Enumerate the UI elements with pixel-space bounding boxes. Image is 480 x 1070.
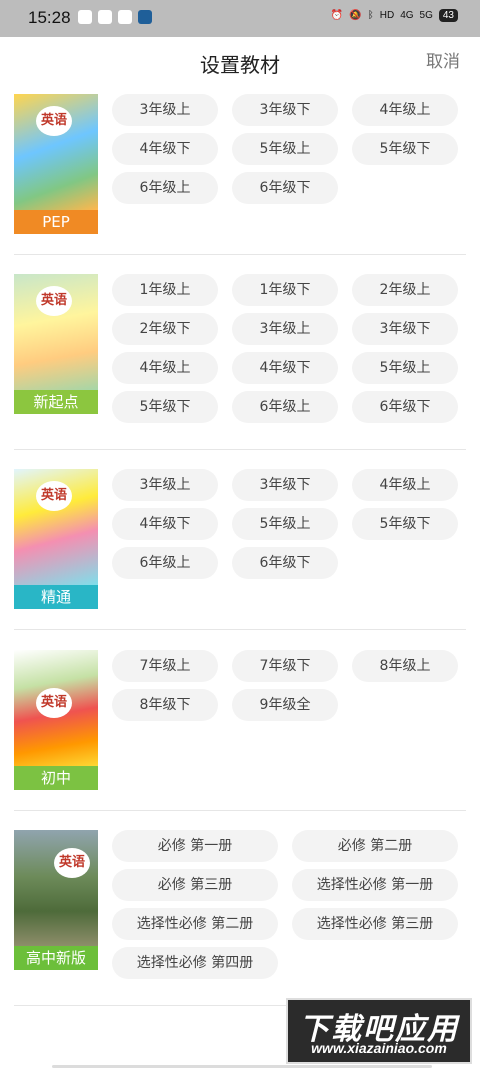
- cover-illustration: [14, 830, 98, 946]
- mail-icon: [98, 10, 112, 24]
- alarm-icon: ⏰: [330, 10, 344, 21]
- hd-label: HD: [379, 10, 395, 21]
- cover-label: 初中: [14, 766, 98, 790]
- textbook-cover-xinqidian[interactable]: 英语 新起点: [14, 274, 98, 414]
- section-divider: [14, 810, 466, 811]
- status-time: 15:28: [28, 8, 71, 27]
- notification-icons: [78, 10, 152, 24]
- cancel-button[interactable]: 取消: [426, 47, 460, 72]
- cover-title: 英语: [36, 688, 72, 718]
- grade-chip[interactable]: 必修 第一册: [112, 830, 278, 862]
- page-header: 设置教材 取消: [0, 37, 480, 85]
- textbook-cover-pep[interactable]: 英语 PEP: [14, 94, 98, 234]
- system-icons: ⏰ 🔕 ᛒ HD 4G 5G 43: [331, 9, 458, 22]
- grade-chip[interactable]: 8年级上: [352, 650, 458, 682]
- page-title: 设置教材: [200, 53, 280, 77]
- grade-chip[interactable]: 2年级下: [112, 313, 218, 345]
- grade-chip[interactable]: 3年级上: [112, 94, 218, 126]
- grade-chip[interactable]: 8年级下: [112, 689, 218, 721]
- grade-chip[interactable]: 2年级上: [352, 274, 458, 306]
- status-bar: 15:28 ⏰ 🔕 ᛒ HD 4G 5G 43: [0, 0, 480, 37]
- home-indicator[interactable]: [52, 1065, 432, 1068]
- section-divider: [14, 254, 466, 255]
- send-icon: [138, 10, 152, 24]
- grade-chip[interactable]: 3年级下: [232, 469, 338, 501]
- grade-chip[interactable]: 4年级下: [232, 352, 338, 384]
- grade-chip[interactable]: 选择性必修 第一册: [292, 869, 458, 901]
- grade-chip[interactable]: 6年级上: [112, 172, 218, 204]
- bluetooth-icon: ᛒ: [367, 10, 374, 21]
- section-divider: [14, 629, 466, 630]
- grade-chip[interactable]: 3年级上: [112, 469, 218, 501]
- grade-chip[interactable]: 4年级上: [352, 94, 458, 126]
- cover-title: 英语: [36, 481, 72, 511]
- cover-label: 精通: [14, 585, 98, 609]
- textbook-cover-gaozhong[interactable]: 英语 高中新版: [14, 830, 98, 970]
- cover-title: 英语: [36, 106, 72, 136]
- grade-chip[interactable]: 9年级全: [232, 689, 338, 721]
- grade-chip[interactable]: 6年级下: [232, 547, 338, 579]
- mute-icon: 🔕: [349, 10, 362, 21]
- grade-chip[interactable]: 3年级上: [232, 313, 338, 345]
- grade-chip[interactable]: 5年级上: [232, 133, 338, 165]
- grade-chip[interactable]: 7年级下: [232, 650, 338, 682]
- grade-chip[interactable]: 选择性必修 第三册: [292, 908, 458, 940]
- grade-chip[interactable]: 4年级上: [352, 469, 458, 501]
- grade-chip[interactable]: 7年级上: [112, 650, 218, 682]
- cover-label: 高中新版: [14, 946, 98, 970]
- grade-chip[interactable]: 5年级上: [232, 508, 338, 540]
- cover-label: 新起点: [14, 390, 98, 414]
- cover-label: PEP: [14, 210, 98, 234]
- grade-chip[interactable]: 1年级上: [112, 274, 218, 306]
- app-notification-icon: [78, 10, 92, 24]
- grade-chip[interactable]: 必修 第三册: [112, 869, 278, 901]
- textbook-cover-jingtong[interactable]: 英语 精通: [14, 469, 98, 609]
- cloud-icon: [118, 10, 132, 24]
- textbook-cover-chuzhong[interactable]: 英语 初中: [14, 650, 98, 790]
- battery-icon: 43: [438, 9, 458, 22]
- grade-chip[interactable]: 6年级下: [352, 391, 458, 423]
- textbook-section-gaozhong: 英语 高中新版 必修 第一册 必修 第二册 必修 第三册 选择性必修 第一册 选…: [0, 830, 480, 990]
- grade-chip[interactable]: 必修 第二册: [292, 830, 458, 862]
- watermark-logo: 下载吧应用 www.xiazainiao.com: [286, 998, 472, 1064]
- watermark-url: www.xiazainiao.com: [311, 1040, 447, 1056]
- grade-chip[interactable]: 6年级上: [232, 391, 338, 423]
- cover-title: 英语: [54, 848, 90, 878]
- section-divider: [14, 449, 466, 450]
- cover-title: 英语: [36, 286, 72, 316]
- grade-chip[interactable]: 选择性必修 第四册: [112, 947, 278, 979]
- grade-chip[interactable]: 3年级下: [352, 313, 458, 345]
- 5g-label: 5G: [419, 10, 433, 21]
- grade-chip[interactable]: 4年级下: [112, 508, 218, 540]
- grade-chip[interactable]: 1年级下: [232, 274, 338, 306]
- textbook-section-jingtong: 英语 精通 3年级上 3年级下 4年级上 4年级下 5年级上 5年级下 6年级上…: [0, 469, 480, 629]
- textbook-section-pep: 英语 PEP 3年级上 3年级下 4年级上 4年级下 5年级上 5年级下 6年级…: [0, 94, 480, 254]
- grade-chip[interactable]: 3年级下: [232, 94, 338, 126]
- grade-chip[interactable]: 选择性必修 第二册: [112, 908, 278, 940]
- textbook-section-xinqidian: 英语 新起点 1年级上 1年级下 2年级上 2年级下 3年级上 3年级下 4年级…: [0, 274, 480, 434]
- grade-chip[interactable]: 5年级上: [352, 352, 458, 384]
- 4g-label: 4G: [400, 10, 414, 21]
- grade-chip[interactable]: 4年级上: [112, 352, 218, 384]
- grade-chip[interactable]: 6年级上: [112, 547, 218, 579]
- grade-chip[interactable]: 5年级下: [352, 508, 458, 540]
- textbook-section-chuzhong: 英语 初中 7年级上 7年级下 8年级上 8年级下 9年级全: [0, 650, 480, 790]
- grade-chip[interactable]: 5年级下: [112, 391, 218, 423]
- grade-chip[interactable]: 4年级下: [112, 133, 218, 165]
- grade-chip[interactable]: 5年级下: [352, 133, 458, 165]
- grade-chip[interactable]: 6年级下: [232, 172, 338, 204]
